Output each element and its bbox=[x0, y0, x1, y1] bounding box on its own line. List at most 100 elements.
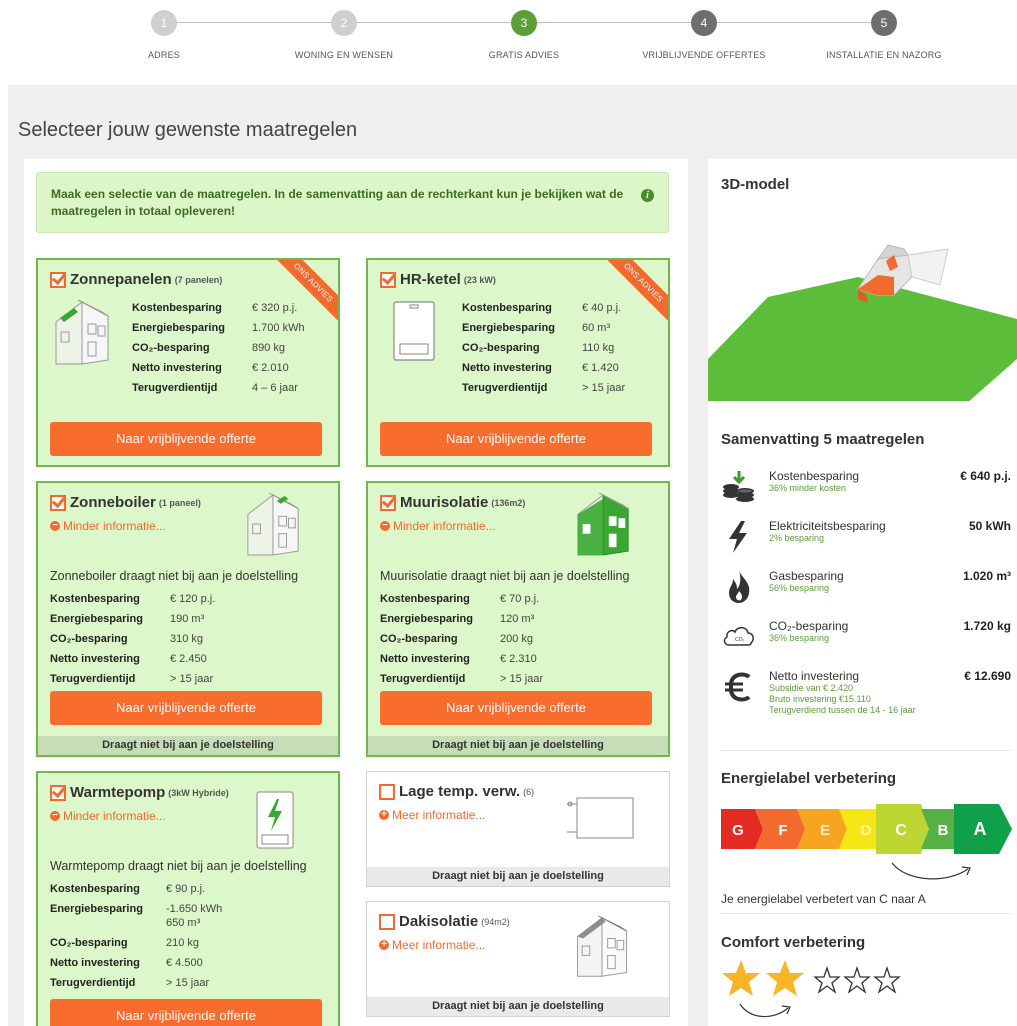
card-subtitle: (23 kW) bbox=[463, 274, 496, 285]
stat-value: > 15 jaar bbox=[170, 673, 214, 685]
card-subtitle: (136m2) bbox=[491, 497, 526, 508]
flame-icon bbox=[729, 571, 750, 603]
card-zonneboiler[interactable]: Zonneboiler (1 paneel) − Minder informat… bbox=[36, 481, 340, 757]
card-header: Muurisolatie (136m2) bbox=[380, 494, 525, 511]
summary-value: € 640 p.j. bbox=[960, 469, 1011, 483]
less-info-link[interactable]: − Minder informatie... bbox=[380, 519, 496, 533]
stat-label: Energiebesparing bbox=[462, 322, 555, 334]
summary-value: 50 kWh bbox=[968, 519, 1011, 533]
boiler-icon bbox=[393, 301, 435, 361]
step-label: VRIJBLIJVENDE OFFERTES bbox=[642, 50, 766, 60]
stat-value: € 1.420 bbox=[582, 362, 619, 374]
card-muurisolatie[interactable]: Muurisolatie (136m2) − Minder informatie… bbox=[366, 481, 670, 757]
step-number: 2 bbox=[331, 10, 357, 36]
stat-value: € 2.450 bbox=[170, 653, 207, 665]
dakisolatie-checkbox[interactable] bbox=[379, 913, 395, 930]
stat-value: 60 m³ bbox=[582, 322, 611, 334]
coins-icon bbox=[723, 471, 754, 502]
stat-label: Terugverdientijd bbox=[380, 673, 466, 685]
offer-button[interactable]: Naar vrijblijvende offerte bbox=[380, 691, 652, 725]
card-header: Warmtepomp (3kW Hybride) bbox=[50, 784, 229, 801]
step-label: WONING EN WENSEN bbox=[294, 50, 394, 60]
card-title: Lage temp. verw. bbox=[399, 783, 521, 800]
stat-label: Kostenbesparing bbox=[132, 302, 222, 314]
offer-button[interactable]: Naar vrijblijvende offerte bbox=[50, 422, 322, 456]
stat-value: -1.650 kWh 650 m³ bbox=[166, 902, 222, 930]
step-adres[interactable]: 1 ADRES bbox=[84, 10, 244, 60]
card-title: Warmtepomp bbox=[70, 784, 166, 801]
less-info-link[interactable]: − Minder informatie... bbox=[50, 519, 166, 533]
card-lage-temp[interactable]: Lage temp. verw. (6) + Meer informatie..… bbox=[366, 771, 670, 887]
stat-row: Terugverdientijd > 15 jaar bbox=[380, 669, 543, 689]
info-text: Maak een selectie van de maatregelen. In… bbox=[51, 187, 624, 218]
energylabel-caption: Je energielabel verbetert van C naar A bbox=[721, 892, 926, 906]
stat-label: Energiebesparing bbox=[50, 903, 143, 915]
card-subtitle: (1 paneel) bbox=[158, 497, 201, 508]
house-3d-model[interactable] bbox=[708, 219, 1017, 401]
card-warmtepomp[interactable]: Warmtepomp (3kW Hybride) − Minder inform… bbox=[36, 771, 340, 1026]
card-subtitle: (7 panelen) bbox=[174, 274, 223, 285]
card-description: Muurisolatie draagt niet bij aan je doel… bbox=[380, 569, 630, 583]
star-empty-icon bbox=[813, 965, 841, 994]
card-header: HR-ketel (23 kW) bbox=[380, 271, 496, 288]
stat-row: Netto investering € 4.500 bbox=[50, 953, 222, 973]
lagetemp-checkbox[interactable] bbox=[379, 783, 395, 800]
more-info-link[interactable]: + Meer informatie... bbox=[379, 938, 485, 952]
stat-label: CO₂-besparing bbox=[132, 342, 210, 354]
summary-label: Elektriciteitsbesparing 2% besparing bbox=[769, 519, 886, 544]
stats-table: Kostenbesparing € 70 p.j. Energiebesparin… bbox=[380, 589, 543, 689]
stat-row: Terugverdientijd 4 – 6 jaar bbox=[132, 378, 305, 398]
card-description: Warmtepomp draagt niet bij aan je doelst… bbox=[50, 859, 307, 873]
stat-row: Kostenbesparing € 320 p.j. bbox=[132, 298, 305, 318]
link-label: Meer informatie... bbox=[392, 938, 486, 952]
measures-panel: Maak een selectie van de maatregelen. In… bbox=[24, 159, 688, 1026]
stat-row: CO₂-besparing 890 kg bbox=[132, 338, 305, 358]
stat-value: 210 kg bbox=[166, 937, 200, 949]
card-zonnepanelen[interactable]: ONS ADVIES Zonnepanelen (7 panelen) Kost… bbox=[36, 258, 340, 467]
page-title: Selecteer jouw gewenste maatregelen bbox=[18, 119, 358, 141]
stat-label: CO₂-besparing bbox=[462, 342, 540, 354]
house-solar-boiler-icon bbox=[247, 492, 299, 556]
minus-circle-icon: − bbox=[50, 521, 60, 531]
hrketel-checkbox[interactable] bbox=[380, 271, 396, 288]
card-subtitle: (94m2) bbox=[481, 916, 510, 927]
stat-row: Netto investering € 1.420 bbox=[462, 358, 625, 378]
offer-button[interactable]: Naar vrijblijvende offerte bbox=[50, 691, 322, 725]
more-info-link[interactable]: + Meer informatie... bbox=[379, 808, 485, 822]
step-advies[interactable]: 3 GRATIS ADVIES bbox=[444, 10, 604, 60]
stat-row: Netto investering € 2.310 bbox=[380, 649, 543, 669]
card-dakisolatie[interactable]: Dakisolatie (94m2) + Meer informatie... … bbox=[366, 901, 670, 1017]
summary-label: Netto investering Subsidie van € 2.420 B… bbox=[769, 669, 916, 716]
stat-value: € 2.010 bbox=[252, 362, 289, 374]
euro-icon bbox=[725, 672, 751, 702]
star-filled-icon bbox=[722, 960, 760, 996]
card-title: Zonnepanelen bbox=[70, 271, 172, 288]
step-installatie[interactable]: 5 INSTALLATIE EN NAZORG bbox=[804, 10, 964, 60]
info-icon[interactable]: i bbox=[641, 189, 654, 202]
offer-button[interactable]: Naar vrijblijvende offerte bbox=[50, 999, 322, 1026]
summary-label: CO₂-besparing 36% besparing bbox=[769, 619, 848, 644]
card-subtitle: (6) bbox=[523, 786, 535, 797]
minus-circle-icon: − bbox=[380, 521, 390, 531]
stat-label: Netto investering bbox=[380, 653, 470, 665]
step-offertes[interactable]: 4 VRIJBLIJVENDE OFFERTES bbox=[624, 10, 784, 60]
info-message: Maak een selectie van de maatregelen. In… bbox=[36, 172, 669, 233]
offer-button[interactable]: Naar vrijblijvende offerte bbox=[380, 422, 652, 456]
warmtepomp-checkbox[interactable] bbox=[50, 784, 66, 801]
stat-label: Kostenbesparing bbox=[462, 302, 552, 314]
stat-label: Kostenbesparing bbox=[50, 883, 140, 895]
summary-label: Gasbesparing 56% besparing bbox=[769, 569, 844, 594]
zonneboiler-checkbox[interactable] bbox=[50, 494, 66, 511]
card-title: Zonneboiler bbox=[70, 494, 156, 511]
card-hr-ketel[interactable]: ONS ADVIES HR-ketel (23 kW) Kostenbespar… bbox=[366, 258, 670, 467]
card-subtitle: (3kW Hybride) bbox=[168, 787, 229, 798]
stats-table: Kostenbesparing € 90 p.j. Energiebesparin… bbox=[50, 879, 222, 993]
step-woning[interactable]: 2 WONING EN WENSEN bbox=[264, 10, 424, 60]
progress-stepper: 1 ADRES 2 WONING EN WENSEN 3 GRATIS ADVI… bbox=[0, 0, 1017, 78]
lightning-icon bbox=[729, 521, 747, 553]
step-number: 1 bbox=[151, 10, 177, 36]
less-info-link[interactable]: − Minder informatie... bbox=[50, 809, 166, 823]
muurisolatie-checkbox[interactable] bbox=[380, 494, 396, 511]
label-e-text: E bbox=[820, 822, 830, 839]
zonnepanelen-checkbox[interactable] bbox=[50, 271, 66, 288]
